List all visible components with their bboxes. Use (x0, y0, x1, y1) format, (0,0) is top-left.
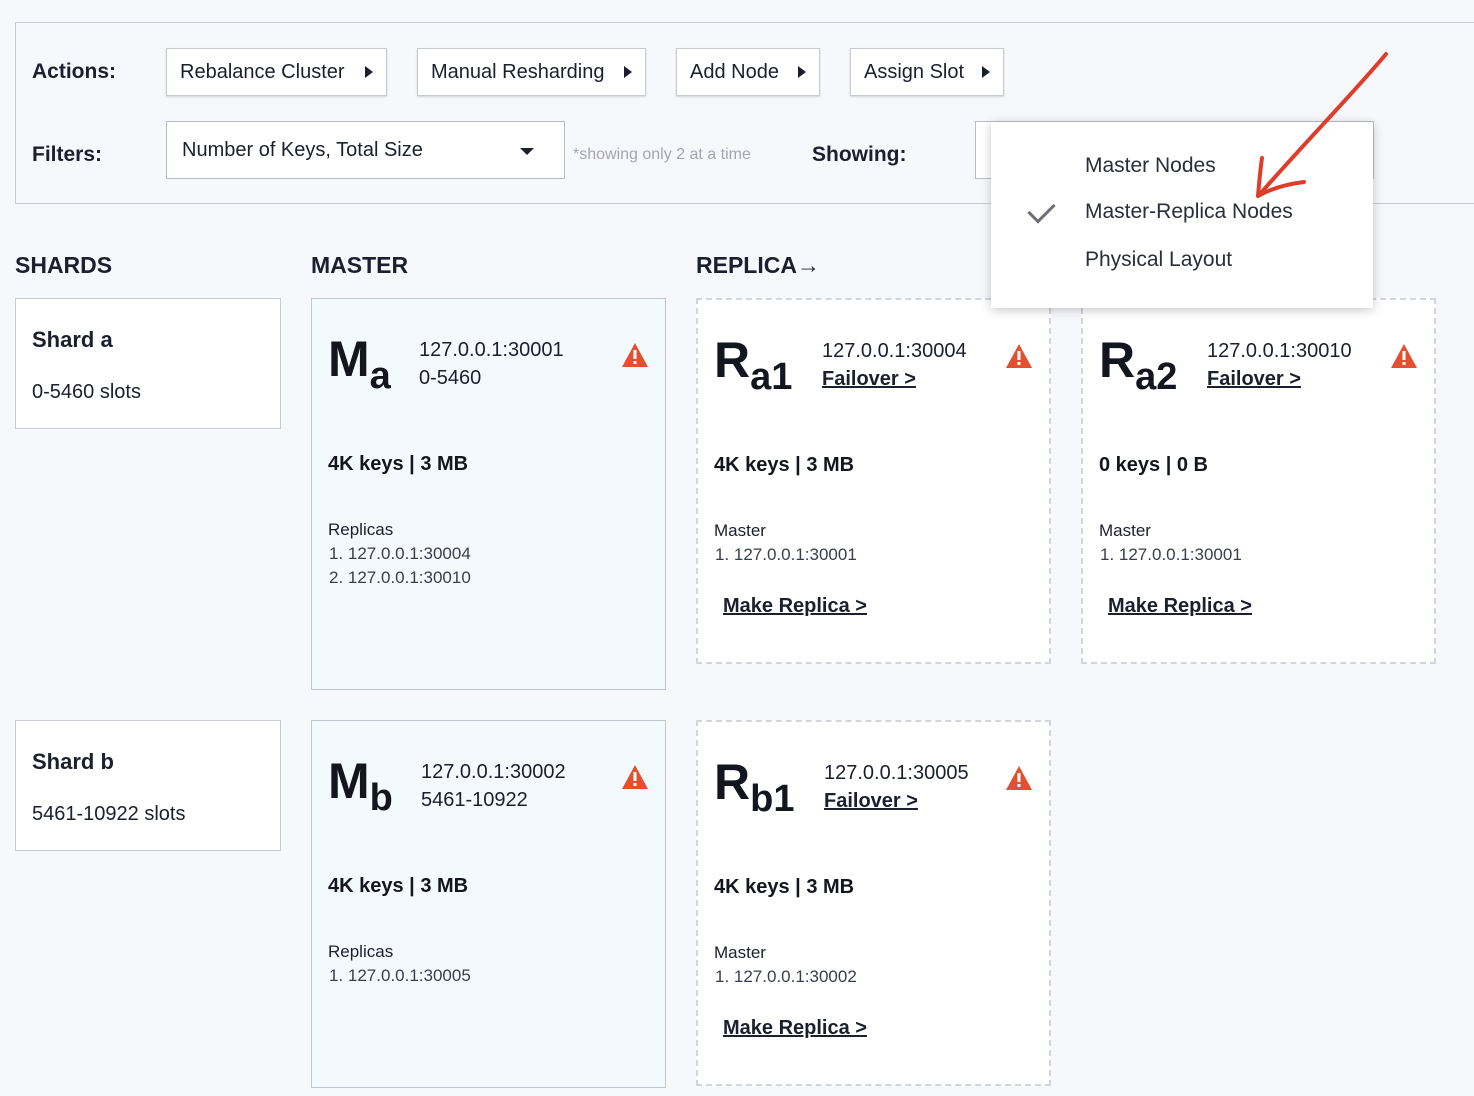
filters-label: Filters: (32, 143, 103, 166)
list-item: 2. 127.0.0.1:30010 (329, 568, 471, 587)
node-card-replica-a2[interactable]: Ra2 127.0.0.1:30010 Failover > 0 keys | … (1081, 298, 1436, 664)
list-item: 1. 127.0.0.1:30001 (715, 545, 857, 564)
checkmark-icon (1027, 195, 1056, 224)
node-stats: 4K keys | 3 MB (328, 875, 469, 897)
annotation-arrow-icon (1256, 52, 1388, 198)
rebalance-cluster-button[interactable]: Rebalance Cluster (166, 48, 387, 96)
master-title: Master (714, 943, 766, 962)
failover-link[interactable]: Failover > (824, 790, 918, 813)
shard-slots: 0-5460 slots (32, 381, 141, 403)
filter-select-value: Number of Keys, Total Size (182, 138, 423, 161)
node-card-replica-a1[interactable]: Ra1 127.0.0.1:30004 Failover > 4K keys |… (696, 298, 1051, 664)
node-card-master-b[interactable]: Mb 127.0.0.1:30002 5461-10922 4K keys | … (311, 720, 666, 1088)
menu-item-master-nodes[interactable]: Master Nodes (1085, 154, 1216, 178)
filter-select[interactable]: Number of Keys, Total Size (166, 121, 565, 179)
button-label: Add Node (690, 60, 779, 83)
node-slot-range: 5461-10922 (421, 789, 528, 811)
replica-heading: REPLICA→ (696, 252, 820, 278)
shard-card-b[interactable]: Shard b 5461-10922 slots (15, 720, 281, 851)
node-address: 127.0.0.1:30001 (419, 339, 564, 361)
shard-name: Shard a (32, 327, 113, 352)
shard-card-a[interactable]: Shard a 0-5460 slots (15, 298, 281, 429)
node-stats: 4K keys | 3 MB (328, 453, 469, 475)
replicas-title: Replicas (328, 942, 394, 961)
warning-triangle-icon[interactable] (621, 764, 649, 790)
make-replica-link[interactable]: Make Replica > (1108, 595, 1252, 618)
node-address: 127.0.0.1:30004 (822, 340, 967, 362)
chevron-down-icon (520, 148, 534, 155)
button-label: Manual Resharding (431, 60, 605, 83)
caret-right-icon (982, 66, 990, 78)
node-label: Rb1 (714, 754, 795, 820)
node-address: 127.0.0.1:30002 (421, 761, 566, 783)
add-node-button[interactable]: Add Node (676, 48, 820, 96)
shards-heading: SHARDS (15, 252, 113, 278)
replicas-title: Replicas (328, 520, 394, 539)
master-title: Master (714, 521, 766, 540)
node-label: Ma (328, 331, 391, 397)
node-label: Mb (328, 753, 393, 819)
node-address: 127.0.0.1:30005 (824, 762, 969, 784)
failover-link[interactable]: Failover > (822, 368, 916, 391)
node-stats: 4K keys | 3 MB (714, 454, 855, 476)
shard-slots: 5461-10922 slots (32, 803, 186, 825)
filter-note: *showing only 2 at a time (573, 146, 751, 163)
list-item: 1. 127.0.0.1:30005 (329, 966, 471, 985)
actions-label: Actions: (32, 60, 116, 83)
showing-label: Showing: (812, 143, 907, 166)
node-slot-range: 0-5460 (419, 367, 482, 389)
shard-name: Shard b (32, 749, 114, 774)
assign-slot-button[interactable]: Assign Slot (850, 48, 1004, 96)
list-item: 1. 127.0.0.1:30002 (715, 967, 857, 986)
manual-resharding-button[interactable]: Manual Resharding (417, 48, 646, 96)
node-label: Ra2 (1099, 332, 1178, 398)
button-label: Rebalance Cluster (180, 60, 345, 83)
warning-triangle-icon[interactable] (1005, 765, 1033, 791)
failover-link[interactable]: Failover > (1207, 368, 1301, 391)
caret-right-icon (365, 66, 373, 78)
list-item: 1. 127.0.0.1:30001 (1100, 545, 1242, 564)
warning-triangle-icon[interactable] (621, 342, 649, 368)
node-address: 127.0.0.1:30010 (1207, 340, 1352, 362)
button-label: Assign Slot (864, 60, 965, 83)
menu-item-physical-layout[interactable]: Physical Layout (1085, 248, 1232, 272)
warning-triangle-icon[interactable] (1005, 343, 1033, 369)
node-card-master-a[interactable]: Ma 127.0.0.1:30001 0-5460 4K keys | 3 MB… (311, 298, 666, 690)
master-heading: MASTER (311, 252, 409, 278)
make-replica-link[interactable]: Make Replica > (723, 595, 867, 618)
warning-triangle-icon[interactable] (1390, 343, 1418, 369)
node-stats: 0 keys | 0 B (1099, 454, 1209, 476)
caret-right-icon (624, 66, 632, 78)
list-item: 1. 127.0.0.1:30004 (329, 544, 471, 563)
node-stats: 4K keys | 3 MB (714, 876, 855, 898)
caret-right-icon (798, 66, 806, 78)
master-title: Master (1099, 521, 1151, 540)
node-card-replica-b1[interactable]: Rb1 127.0.0.1:30005 Failover > 4K keys |… (696, 720, 1051, 1086)
node-label: Ra1 (714, 332, 793, 398)
make-replica-link[interactable]: Make Replica > (723, 1017, 867, 1040)
